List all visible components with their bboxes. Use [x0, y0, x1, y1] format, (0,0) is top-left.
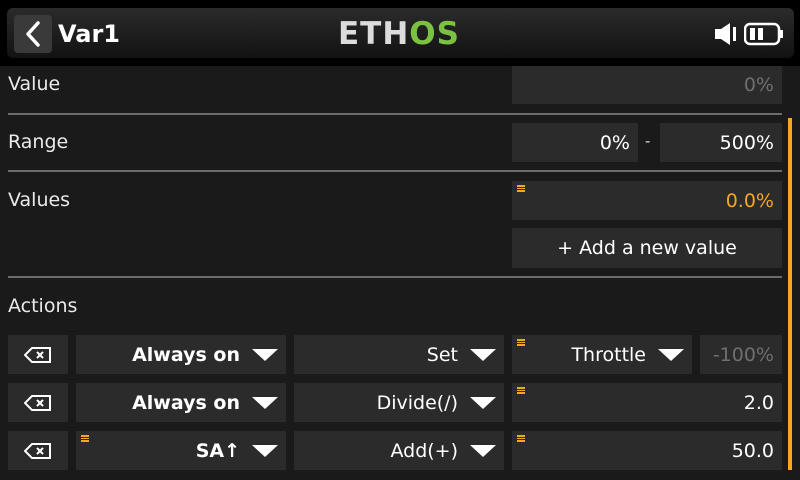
add-value-button[interactable]: + Add a new value [512, 228, 782, 268]
status-icons [714, 20, 784, 48]
operation-value: Add(+) [390, 439, 458, 462]
delete-action-button[interactable] [8, 383, 68, 422]
ethos-logo: ETHOS [338, 16, 460, 52]
logo-accent: OS [409, 16, 460, 52]
condition-value: Always on [132, 343, 240, 366]
range-label: Range [8, 131, 69, 153]
speaker-icon[interactable] [714, 21, 738, 47]
dropdown-arrow-icon [470, 348, 496, 361]
action-value-field: -100% [700, 335, 782, 374]
scrollbar[interactable] [788, 118, 792, 470]
divider [8, 113, 782, 115]
action-value-field[interactable]: 2.0 [512, 383, 782, 422]
action-value: 2.0 [743, 391, 774, 414]
divider [8, 276, 782, 278]
operation-value: Divide(/) [376, 391, 458, 414]
value-label: Value [8, 73, 61, 95]
operation-dropdown[interactable]: Divide(/) [294, 383, 504, 422]
chevron-left-icon [26, 21, 40, 47]
source-dropdown[interactable]: Throttle [512, 335, 692, 374]
backspace-icon [24, 394, 51, 411]
back-button[interactable] [14, 15, 52, 53]
divider [8, 170, 782, 172]
values-value: 0.0% [725, 189, 774, 212]
condition-dropdown[interactable]: Always on [76, 335, 286, 374]
range-min-field[interactable]: 0% [512, 123, 638, 162]
action-value: 50.0 [731, 439, 774, 462]
header: Var1 ETHOS [0, 0, 800, 66]
delete-action-button[interactable] [8, 335, 68, 374]
dropdown-arrow-icon [470, 396, 496, 409]
dropdown-arrow-icon [252, 444, 278, 457]
backspace-icon [24, 346, 51, 363]
condition-value: Always on [132, 391, 240, 414]
dropdown-arrow-icon [252, 396, 278, 409]
condition-value: SA↑ [195, 439, 240, 462]
operation-dropdown[interactable]: Add(+) [294, 431, 504, 470]
operation-dropdown[interactable]: Set [294, 335, 504, 374]
condition-dropdown[interactable]: Always on [76, 383, 286, 422]
range-separator: - [645, 132, 651, 150]
source-value: Throttle [571, 343, 646, 366]
range-max-field[interactable]: 500% [660, 123, 782, 162]
backspace-icon [24, 442, 51, 459]
values-label: Values [8, 189, 71, 211]
menu-icon [517, 387, 525, 394]
dropdown-arrow-icon [658, 348, 684, 361]
page-title: Var1 [58, 20, 120, 48]
menu-icon [517, 435, 525, 442]
menu-icon [517, 185, 525, 192]
operation-value: Set [426, 343, 458, 366]
action-value-field[interactable]: 50.0 [512, 431, 782, 470]
dropdown-arrow-icon [252, 348, 278, 361]
values-field[interactable]: 0.0% [512, 181, 782, 220]
actions-label: Actions [8, 295, 78, 317]
logo-main: ETH [338, 16, 410, 52]
menu-icon [81, 435, 89, 442]
condition-dropdown[interactable]: SA↑ [76, 431, 286, 470]
delete-action-button[interactable] [8, 431, 68, 470]
battery-icon [744, 22, 783, 46]
menu-icon [517, 339, 525, 346]
value-field: 0% [512, 66, 782, 104]
dropdown-arrow-icon [470, 444, 496, 457]
